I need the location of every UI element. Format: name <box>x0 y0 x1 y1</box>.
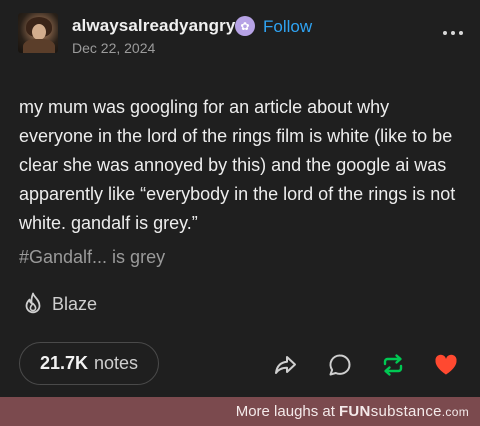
flame-icon <box>25 292 41 314</box>
post-header: alwaysalreadyangry ✿ Follow Dec 22, 2024 <box>18 13 464 59</box>
blaze-button[interactable]: Blaze <box>22 291 97 317</box>
blaze-label: Blaze <box>52 293 98 314</box>
avatar[interactable] <box>18 13 58 53</box>
watermark-bar[interactable]: More laughs at FUNsubstance.com <box>0 397 480 426</box>
brand-fun: FUN <box>338 403 371 420</box>
post-body: my mum was googling for an article about… <box>19 97 456 233</box>
notes-label: notes <box>94 353 139 373</box>
watermark-brand: FUNsubstance.com <box>339 403 469 420</box>
post-card: alwaysalreadyangry ✿ Follow Dec 22, 2024… <box>0 0 480 397</box>
reblog-icon[interactable] <box>380 352 406 378</box>
share-icon[interactable] <box>273 352 299 378</box>
community-badge-icon: ✿ <box>235 16 255 36</box>
more-options-icon[interactable] <box>440 25 466 41</box>
brand-com: .com <box>441 405 469 419</box>
post-footer: 21.7K notes <box>0 342 480 387</box>
reply-icon[interactable] <box>327 352 353 378</box>
like-heart-icon[interactable] <box>433 352 459 378</box>
notes-count: 21.7K <box>39 353 88 373</box>
follow-button[interactable]: Follow <box>263 17 312 37</box>
watermark-prefix: More laughs at <box>235 403 335 420</box>
notes-button[interactable]: 21.7K notes <box>19 342 159 385</box>
username[interactable]: alwaysalreadyangry <box>72 16 235 36</box>
brand-sub: substance <box>370 403 442 420</box>
post-date: Dec 22, 2024 <box>72 40 156 56</box>
post-tag[interactable]: #Gandalf... is grey <box>19 247 165 268</box>
